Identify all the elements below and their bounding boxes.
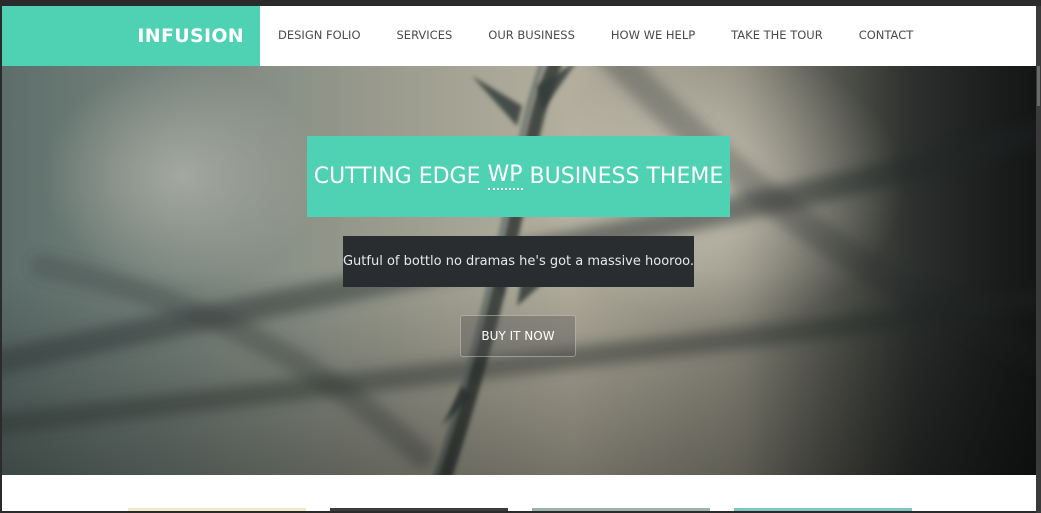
- nav-item-services[interactable]: SERVICES: [379, 6, 471, 66]
- hero-banner: CUTTING EDGE WP BUSINESS THEME Gutful of…: [2, 66, 1036, 475]
- browser-viewport: INFUSION DESIGN FOLIO SERVICES OUR BUSIN…: [2, 6, 1036, 511]
- nav-item-how-we-help[interactable]: HOW WE HELP: [593, 6, 713, 66]
- hero-subtitle: Gutful of bottlo no dramas he's got a ma…: [343, 236, 694, 287]
- hero-title: CUTTING EDGE WP BUSINESS THEME: [307, 136, 730, 217]
- scrollbar-thumb[interactable]: [1037, 66, 1040, 106]
- nav-item-contact[interactable]: CONTACT: [841, 6, 932, 66]
- feature-card-top: [734, 508, 912, 511]
- buy-it-now-button[interactable]: BUY IT NOW: [460, 315, 576, 357]
- feature-card-top: [128, 508, 306, 511]
- scrollbar[interactable]: [1036, 6, 1041, 513]
- feature-card-top: [330, 508, 508, 511]
- content-section: [2, 475, 1036, 511]
- hero-title-abbr: WP: [487, 163, 523, 190]
- hero-title-after: BUSINESS THEME: [529, 164, 724, 189]
- nav-item-our-business[interactable]: OUR BUSINESS: [470, 6, 593, 66]
- site-logo[interactable]: INFUSION: [2, 6, 260, 66]
- nav-item-design-folio[interactable]: DESIGN FOLIO: [260, 6, 379, 66]
- site-header: INFUSION DESIGN FOLIO SERVICES OUR BUSIN…: [2, 6, 1036, 66]
- feature-card-top: [532, 508, 710, 511]
- main-nav: DESIGN FOLIO SERVICES OUR BUSINESS HOW W…: [260, 6, 931, 66]
- hero-title-before: CUTTING EDGE: [313, 164, 481, 189]
- nav-item-take-the-tour[interactable]: TAKE THE TOUR: [713, 6, 841, 66]
